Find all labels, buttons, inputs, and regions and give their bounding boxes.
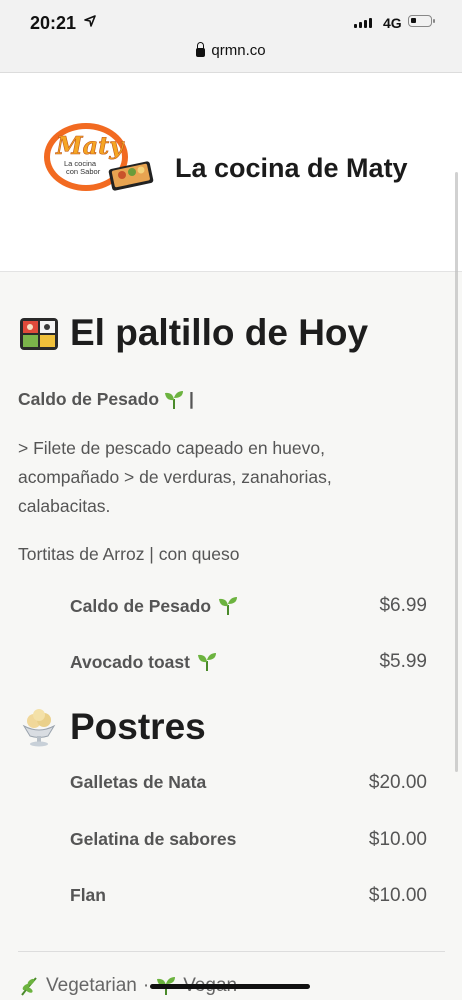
brand-name: La cocina de Maty (175, 153, 408, 183)
sprout-icon (197, 653, 216, 672)
url-bar[interactable]: qrmn.co (0, 38, 462, 73)
menu-item-name-text: Caldo de Pesado (70, 595, 212, 616)
svg-text:Maty: Maty (55, 131, 125, 160)
menu-item-name[interactable]: Flan (70, 885, 106, 906)
menu-item-name-text: Avocado toast (70, 651, 190, 672)
menu-item-name[interactable]: Caldo de Pesado (70, 595, 239, 617)
scrollbar[interactable] (455, 172, 458, 772)
description-line-1-suffix: | (189, 389, 194, 409)
menu-item-price: $20.00 (368, 772, 427, 793)
description-line-2: > Filete de pescado capeado en huevo, (18, 438, 325, 458)
menu-item-name[interactable]: Gelatina de sabores (70, 829, 236, 850)
herb-icon (21, 977, 37, 996)
network-type: 4G (383, 15, 402, 31)
legend-vegetarian: Vegetarian (46, 975, 137, 996)
lock-icon (196, 42, 206, 57)
section-title-desserts-text: Postres (70, 706, 206, 747)
menu-item-price: $6.99 (379, 595, 427, 616)
ice-cream-cup-icon (22, 709, 56, 747)
menu-item-price: $10.00 (368, 829, 427, 850)
section-title-desserts: Postres (18, 706, 206, 748)
legend-separator: · (142, 975, 150, 996)
url-text: qrmn.co (211, 42, 266, 59)
menu-item-name[interactable]: Galletas de Nata (70, 772, 206, 793)
signal-icon (354, 18, 372, 28)
menu-item-price: $5.99 (379, 651, 427, 672)
bento-box-icon (20, 318, 58, 350)
location-arrow-icon (84, 15, 96, 27)
battery-icon (408, 15, 435, 27)
description-line-4: calabacitas. (18, 496, 111, 516)
divider (18, 951, 445, 952)
sprout-icon (219, 597, 238, 616)
svg-text:con Sabor: con Sabor (66, 167, 101, 176)
section-title-today: El paltillo de Hoy (18, 312, 368, 354)
description-line-5: Tortitas de Arroz | con queso (18, 544, 240, 564)
description-line-3: acompañado > de verduras, zanahorias, (18, 467, 332, 487)
menu-item-name[interactable]: Avocado toast (70, 651, 218, 673)
restaurant-logo: Maty La cocina con Sabor (44, 123, 154, 191)
home-indicator[interactable] (150, 984, 310, 989)
section-title-today-text: El paltillo de Hoy (70, 312, 369, 353)
status-time: 20:21 (30, 13, 77, 33)
description-line-1: Caldo de Pesado | (18, 385, 194, 414)
menu-item-price: $10.00 (368, 885, 427, 906)
description-line-1-text: Caldo de Pesado (18, 389, 160, 409)
page-header: Maty La cocina con Sabor La cocina de Ma… (0, 73, 462, 272)
sprout-icon (165, 390, 184, 409)
